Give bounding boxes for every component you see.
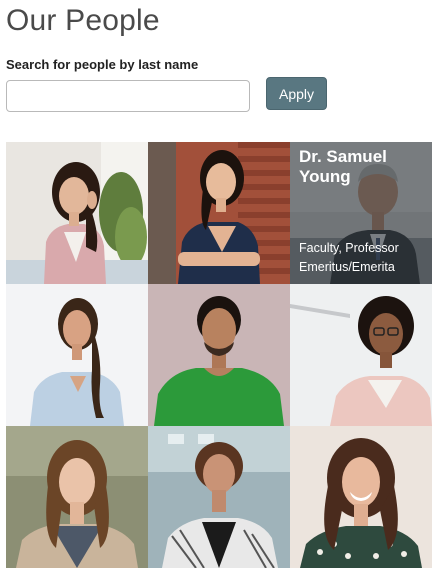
person-card[interactable] [6,426,148,568]
person-photo [148,426,290,568]
person-card[interactable] [6,142,148,284]
apply-button[interactable]: Apply [266,77,327,110]
person-photo [148,284,290,426]
person-name: Dr. Samuel Young [299,147,387,186]
person-role: Faculty, Professor Emeritus/Emerita [299,239,428,277]
person-card[interactable] [290,426,432,568]
people-grid: Dr. Samuel Young Faculty, Professor Emer… [6,142,432,568]
person-photo [148,142,290,284]
person-role-line: Emeritus/Emerita [299,260,395,274]
person-card[interactable] [290,284,432,426]
person-role-line: Faculty, Professor [299,241,399,255]
person-photo [6,142,148,284]
person-photo [290,426,432,568]
person-card[interactable] [148,142,290,284]
person-photo [6,426,148,568]
person-photo [6,284,148,426]
last-name-search-input[interactable] [6,80,250,112]
person-card[interactable] [148,426,290,568]
page-title: Our People [6,4,160,37]
person-card[interactable] [6,284,148,426]
person-card[interactable] [148,284,290,426]
person-photo [290,284,432,426]
person-card-hovered[interactable]: Dr. Samuel Young Faculty, Professor Emer… [290,142,432,284]
search-label: Search for people by last name [6,57,199,72]
